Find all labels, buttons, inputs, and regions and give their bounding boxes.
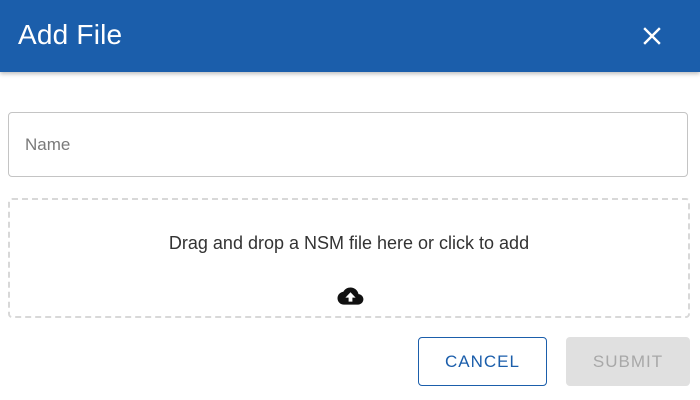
name-input[interactable] xyxy=(9,113,687,176)
name-field xyxy=(8,112,688,177)
cloud-upload-icon xyxy=(337,287,364,305)
dialog-title: Add File xyxy=(18,19,123,50)
submit-button[interactable]: SUBMIT xyxy=(566,337,690,386)
cancel-button[interactable]: CANCEL xyxy=(418,337,547,386)
dropzone-text: Drag and drop a NSM file here or click t… xyxy=(168,233,530,253)
file-dropzone[interactable]: Drag and drop a NSM file here or click t… xyxy=(8,198,690,318)
dialog-header: Add File xyxy=(0,0,700,72)
close-icon xyxy=(643,27,661,45)
close-button[interactable] xyxy=(633,17,671,55)
